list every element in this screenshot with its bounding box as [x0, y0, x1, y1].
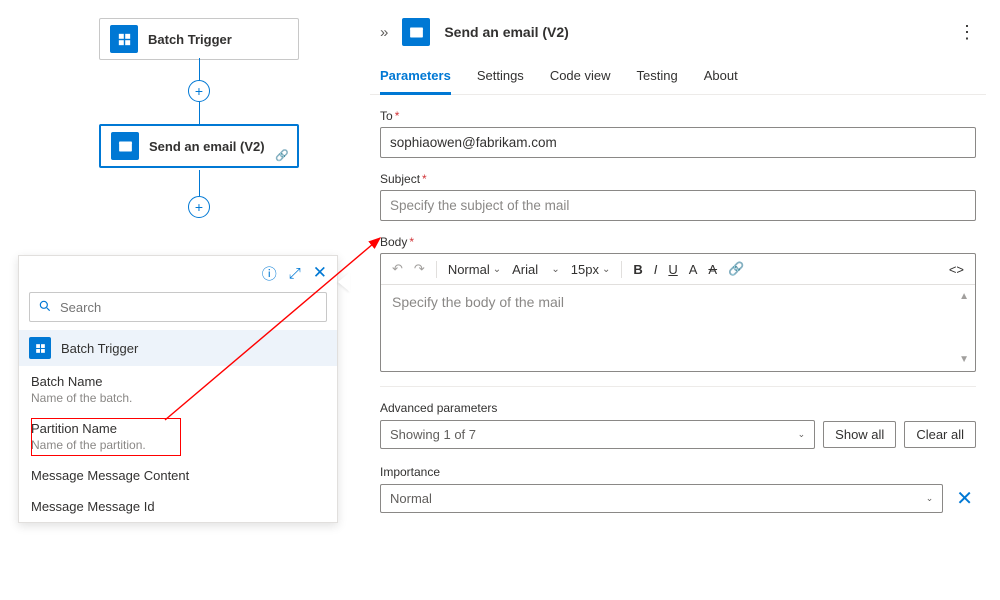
picker-category-label: Batch Trigger [61, 341, 138, 356]
highlight-icon[interactable]: A [705, 260, 720, 279]
bold-icon[interactable]: B [630, 260, 645, 279]
body-label: Body* [380, 235, 976, 249]
picker-item-batch-name[interactable]: Batch Name Name of the batch. [19, 366, 337, 413]
node-send-email[interactable]: Send an email (V2) 🔗 [99, 124, 299, 168]
to-label: To* [380, 109, 976, 123]
tab-code-view[interactable]: Code view [550, 68, 611, 94]
panel-header: » Send an email (V2) ⋮ [370, 0, 986, 60]
tab-testing[interactable]: Testing [637, 68, 678, 94]
picker-search[interactable] [29, 292, 327, 322]
connector-line [199, 170, 200, 196]
batch-trigger-icon [110, 25, 138, 53]
picker-category-batch-trigger: Batch Trigger [19, 330, 337, 366]
style-dropdown[interactable]: Normal ⌄ [445, 260, 504, 279]
more-menu-icon[interactable]: ⋮ [958, 22, 976, 43]
code-view-icon[interactable]: <> [946, 260, 967, 279]
scroll-up-icon[interactable]: ▲ [959, 291, 969, 302]
picker-callout-tail [338, 272, 350, 292]
outlook-icon [111, 132, 139, 160]
expand-icon[interactable]: ⤢ [289, 265, 301, 282]
details-panel: » Send an email (V2) ⋮ Parameters Settin… [370, 0, 1000, 600]
remove-importance-icon[interactable]: ✕ [953, 486, 976, 511]
search-icon [38, 299, 52, 316]
advanced-parameters-select[interactable]: Showing 1 of 7 ⌄ [380, 420, 815, 449]
scroll-down-icon[interactable]: ▼ [959, 354, 969, 365]
picker-toolbar: ⓘ ⤢ ✕ [19, 256, 337, 290]
divider [380, 386, 976, 387]
node-batch-trigger-label: Batch Trigger [148, 32, 232, 47]
subject-field[interactable] [380, 190, 976, 221]
picker-search-input[interactable] [60, 300, 318, 315]
font-color-icon[interactable]: A [686, 260, 701, 279]
picker-item-message-id[interactable]: Message Message Id [19, 491, 337, 522]
picker-item-message-content[interactable]: Message Message Content [19, 460, 337, 491]
picker-item-partition-name[interactable]: Partition Name Name of the partition. [19, 413, 337, 460]
font-dropdown[interactable]: Arial ⌄ [509, 260, 563, 279]
link-icon: 🔗 [275, 149, 289, 162]
parameters-form: To* Subject* Body* ↶ ↷ Normal ⌄ Arial ⌄ … [370, 95, 986, 513]
body-textarea[interactable]: Specify the body of the mail ▲ ▼ [381, 285, 975, 371]
underline-icon[interactable]: U [665, 260, 680, 279]
picker-item-title: Message Message Id [31, 499, 325, 514]
connector-line [199, 102, 200, 124]
editor-toolbar: ↶ ↷ Normal ⌄ Arial ⌄ 15px ⌄ B I U A A 🔗 … [381, 254, 975, 285]
insert-step-button-bottom[interactable]: + [188, 196, 210, 218]
node-send-email-label: Send an email (V2) [149, 139, 265, 154]
node-batch-trigger[interactable]: Batch Trigger [99, 18, 299, 60]
insert-step-button-top[interactable]: + [188, 80, 210, 102]
close-icon[interactable]: ✕ [313, 263, 327, 283]
info-icon[interactable]: ⓘ [262, 263, 277, 284]
show-all-button[interactable]: Show all [823, 421, 896, 448]
redo-icon[interactable]: ↷ [411, 259, 428, 279]
clear-all-button[interactable]: Clear all [904, 421, 976, 448]
collapse-panel-icon[interactable]: » [380, 24, 388, 41]
body-editor: ↶ ↷ Normal ⌄ Arial ⌄ 15px ⌄ B I U A A 🔗 … [380, 253, 976, 372]
size-dropdown[interactable]: 15px ⌄ [568, 260, 614, 279]
picker-item-subtitle: Name of the partition. [31, 438, 325, 452]
panel-tabs: Parameters Settings Code view Testing Ab… [370, 60, 986, 95]
outlook-icon [402, 18, 430, 46]
body-placeholder: Specify the body of the mail [392, 294, 564, 310]
subject-label: Subject* [380, 172, 976, 186]
importance-label: Importance [380, 465, 976, 479]
importance-select[interactable]: Normal ⌄ [380, 484, 943, 513]
to-field[interactable] [380, 127, 976, 158]
tab-about[interactable]: About [704, 68, 738, 94]
picker-item-title: Message Message Content [31, 468, 325, 483]
link-icon[interactable]: 🔗 [725, 259, 747, 279]
advanced-parameters-label: Advanced parameters [380, 401, 976, 415]
panel-title: Send an email (V2) [444, 24, 944, 40]
tab-settings[interactable]: Settings [477, 68, 524, 94]
dynamic-content-picker: ⓘ ⤢ ✕ Batch Trigger Batch Name Name of t… [18, 255, 338, 523]
italic-icon[interactable]: I [651, 260, 661, 279]
picker-item-title: Batch Name [31, 374, 325, 389]
picker-item-subtitle: Name of the batch. [31, 391, 325, 405]
batch-trigger-icon [29, 337, 51, 359]
tab-parameters[interactable]: Parameters [380, 68, 451, 95]
undo-icon[interactable]: ↶ [389, 259, 406, 279]
picker-item-title: Partition Name [31, 421, 325, 436]
